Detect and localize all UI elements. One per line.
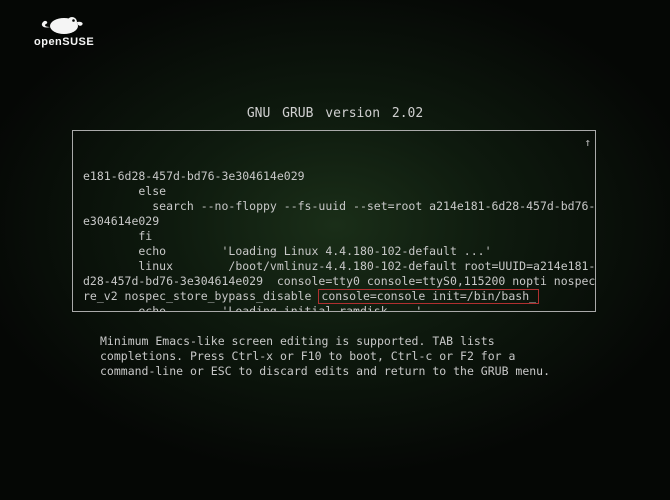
opensuse-logo: openSUSE xyxy=(34,10,90,48)
chameleon-icon xyxy=(34,10,90,38)
grub-line: d28-457d-bd76-3e304614e029 console=tty0 … xyxy=(83,274,585,289)
grub-title: GNU GRUB version 2.02 xyxy=(0,106,670,121)
grub-line: linux /boot/vmlinuz-4.4.180-102-default … xyxy=(83,259,585,274)
grub-line: e181-6d28-457d-bd76-3e304614e029 xyxy=(83,169,585,184)
scroll-up-indicator: ↑ xyxy=(584,135,591,150)
grub-line: re_v2 nospec_store_bypass_disable consol… xyxy=(83,289,585,304)
grub-line: e304614e029 xyxy=(83,214,585,229)
grub-edit-panel[interactable]: ↑ e181-6d28-457d-bd76-3e304614e029 else … xyxy=(72,130,596,312)
grub-line: echo 'Loading initial ramdisk ...' xyxy=(83,304,585,312)
grub-line: echo 'Loading Linux 4.4.180-102-default … xyxy=(83,244,585,259)
grub-appended-kernel-args: console=console init=/bin/bash_ xyxy=(318,289,539,304)
brand-name: openSUSE xyxy=(34,36,90,48)
grub-line: fi xyxy=(83,229,585,244)
grub-help-text: Minimum Emacs-like screen editing is sup… xyxy=(100,334,580,379)
grub-line: search --no-floppy --fs-uuid --set=root … xyxy=(83,199,585,214)
grub-line: else xyxy=(83,184,585,199)
